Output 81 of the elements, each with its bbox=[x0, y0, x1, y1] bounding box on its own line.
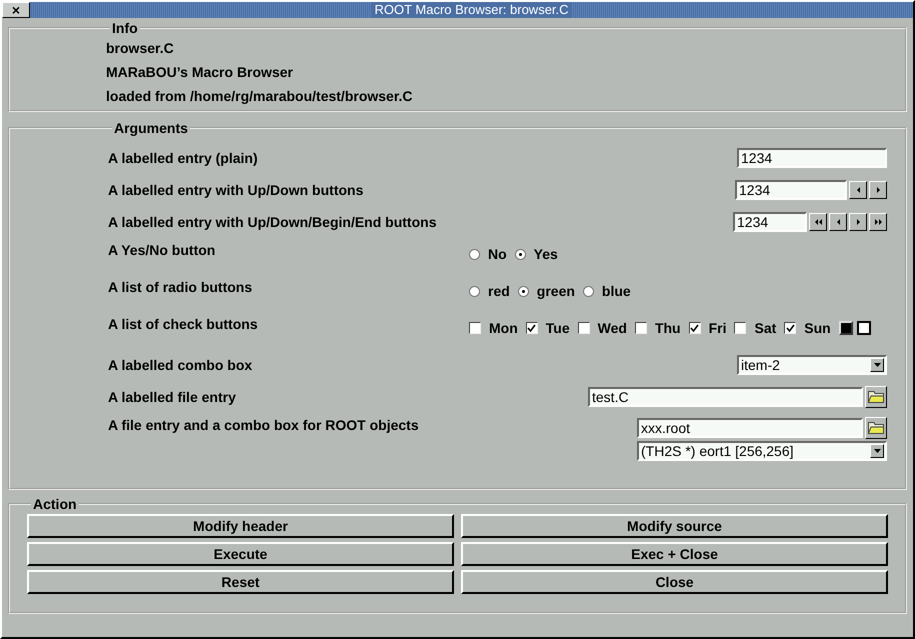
option-label[interactable]: green bbox=[536, 283, 575, 299]
argument-label: A list of radio buttons bbox=[108, 279, 252, 295]
right-arrow-button[interactable] bbox=[869, 181, 887, 199]
double-left-arrow-button[interactable] bbox=[809, 213, 827, 231]
option-label[interactable]: Mon bbox=[489, 320, 518, 336]
right-arrow-button[interactable] bbox=[849, 213, 867, 231]
argument-label: A labelled entry (plain) bbox=[108, 150, 258, 166]
action-button[interactable]: Exec + Close bbox=[461, 542, 888, 566]
dropdown-button[interactable] bbox=[870, 358, 884, 372]
option-label[interactable]: Thu bbox=[654, 320, 681, 336]
left-arrow-button[interactable] bbox=[849, 181, 867, 199]
action-button[interactable]: Modify header bbox=[27, 514, 454, 538]
info-text: browser.C bbox=[106, 40, 175, 58]
checkbox[interactable] bbox=[688, 322, 701, 334]
argument-label: A labelled entry with Up/Down buttons bbox=[108, 182, 364, 198]
text-field[interactable]: 1234 bbox=[737, 148, 887, 168]
dropdown-button[interactable] bbox=[870, 444, 884, 458]
checkbox[interactable] bbox=[784, 322, 796, 334]
combo-box[interactable]: item-2 bbox=[737, 355, 887, 375]
argument-label: A list of check buttons bbox=[108, 316, 258, 332]
action-button[interactable]: Close bbox=[461, 570, 888, 594]
checkbox[interactable] bbox=[578, 322, 590, 334]
action-button[interactable]: Modify source bbox=[461, 514, 888, 538]
checkbox[interactable] bbox=[634, 322, 647, 334]
action-button[interactable]: Execute bbox=[27, 542, 454, 566]
option-label[interactable]: red bbox=[488, 283, 510, 299]
triangle-icon bbox=[856, 187, 860, 193]
combo-value: item-2 bbox=[740, 357, 780, 373]
option-label[interactable]: blue bbox=[602, 283, 631, 299]
combo-box[interactable]: (TH2S *) eort1 [256,256] bbox=[637, 441, 887, 461]
browse-button[interactable] bbox=[865, 386, 887, 408]
triangle-icon bbox=[814, 219, 822, 225]
text-field[interactable]: test.C bbox=[588, 387, 863, 407]
text-field[interactable]: 1234 bbox=[733, 212, 807, 232]
browse-button[interactable] bbox=[865, 417, 887, 439]
text-field[interactable]: xxx.root bbox=[637, 418, 863, 438]
option-label[interactable]: Yes bbox=[534, 246, 558, 262]
triangle-icon bbox=[874, 219, 882, 225]
select-none-button[interactable] bbox=[856, 321, 871, 335]
option-label[interactable]: No bbox=[488, 246, 507, 262]
radio-button[interactable] bbox=[514, 248, 526, 260]
close-button[interactable]: × bbox=[2, 2, 30, 18]
group-title: Action bbox=[32, 496, 78, 512]
triangle-icon bbox=[876, 187, 880, 193]
info-text: MARaBOU’s Macro Browser bbox=[106, 64, 294, 82]
checkmark-icon bbox=[690, 324, 700, 332]
option-label[interactable]: Tue bbox=[546, 320, 570, 336]
triangle-icon bbox=[856, 219, 860, 225]
argument-label: A file entry and a combo box for ROOT objects bbox=[108, 417, 419, 433]
option-label[interactable]: Wed bbox=[598, 320, 627, 336]
info-text: loaded from /home/rg/marabou/test/browser.C bbox=[106, 88, 414, 106]
left-arrow-button[interactable] bbox=[829, 213, 847, 231]
radio-button[interactable] bbox=[469, 248, 480, 260]
window-title: ROOT Macro Browser: browser.C bbox=[372, 2, 571, 18]
option-label[interactable]: Sun bbox=[804, 320, 831, 336]
checkmark-icon bbox=[786, 324, 795, 332]
argument-label: A Yes/No button bbox=[108, 242, 216, 258]
checkmark-icon bbox=[527, 324, 536, 332]
checkbox[interactable] bbox=[469, 322, 481, 334]
checkbox[interactable] bbox=[526, 322, 538, 334]
option-label[interactable]: Sat bbox=[754, 320, 776, 336]
double-right-arrow-button[interactable] bbox=[869, 213, 887, 231]
triangle-icon bbox=[836, 219, 840, 225]
argument-label: A labelled entry with Up/Down/Begin/End buttons bbox=[108, 214, 436, 230]
text-field[interactable]: 1234 bbox=[735, 180, 847, 200]
down-triangle-icon bbox=[874, 363, 880, 367]
checkbox[interactable] bbox=[734, 322, 746, 334]
group-title: Info bbox=[111, 20, 139, 36]
argument-label: A labelled file entry bbox=[108, 389, 236, 405]
select-all-button[interactable] bbox=[838, 321, 853, 335]
radio-button[interactable] bbox=[469, 286, 480, 296]
option-label[interactable]: Fri bbox=[708, 320, 726, 336]
folder-icon bbox=[868, 422, 884, 434]
argument-label: A labelled combo box bbox=[108, 357, 252, 373]
radio-button[interactable] bbox=[582, 286, 594, 296]
folder-icon bbox=[868, 391, 884, 403]
down-triangle-icon bbox=[874, 449, 880, 453]
radio-button[interactable] bbox=[518, 286, 529, 296]
group-title: Arguments bbox=[113, 120, 189, 136]
combo-value: (TH2S *) eort1 [256,256] bbox=[640, 443, 794, 459]
action-button[interactable]: Reset bbox=[27, 570, 454, 594]
